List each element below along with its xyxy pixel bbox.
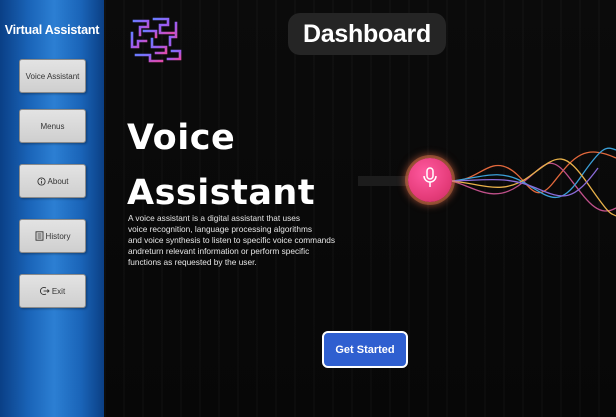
menus-button[interactable]: Menus bbox=[19, 109, 86, 143]
page-title: Dashboard bbox=[288, 13, 446, 55]
hero-title: Voice Assistant bbox=[127, 111, 315, 221]
hexagon-knot-logo bbox=[126, 13, 186, 65]
description-line: A voice assistant is a digital assistant… bbox=[128, 213, 301, 223]
get-started-button[interactable]: Get Started bbox=[322, 331, 408, 368]
about-button[interactable]: About bbox=[19, 164, 86, 198]
description-line: and voice synthesis to listen to specifi… bbox=[128, 234, 336, 245]
app-window: Virtual Assistant Voice Assistant Menus … bbox=[0, 0, 616, 417]
info-icon bbox=[36, 176, 46, 186]
description-line: andreturn relevant information or perfor… bbox=[128, 245, 310, 256]
exit-icon bbox=[39, 286, 50, 296]
exit-button[interactable]: Exit bbox=[19, 274, 86, 308]
main-panel: Dashboard Voice Assistant A voice assist… bbox=[104, 0, 616, 417]
history-icon bbox=[35, 231, 44, 241]
voice-assistant-button[interactable]: Voice Assistant bbox=[19, 59, 86, 93]
exit-label: Exit bbox=[51, 286, 66, 296]
sound-waves-graphic bbox=[358, 138, 616, 224]
menus-label: Menus bbox=[40, 121, 65, 131]
microphone-button[interactable] bbox=[408, 158, 452, 202]
hero-title-line-1: Voice bbox=[127, 118, 236, 158]
hero-description: A voice assistant is a digital assistant… bbox=[128, 213, 336, 268]
description-line: functions as requested by the user. bbox=[128, 256, 257, 267]
sidebar-title: Virtual Assistant bbox=[4, 23, 100, 37]
history-button[interactable]: History bbox=[19, 219, 86, 253]
description-line: voice recognition, language processing a… bbox=[128, 223, 313, 234]
microphone-icon bbox=[422, 166, 438, 194]
voice-assistant-label: Voice Assistant bbox=[25, 71, 80, 81]
about-label: About bbox=[47, 176, 69, 186]
history-label: History bbox=[45, 231, 71, 241]
sidebar: Virtual Assistant Voice Assistant Menus … bbox=[0, 0, 104, 417]
